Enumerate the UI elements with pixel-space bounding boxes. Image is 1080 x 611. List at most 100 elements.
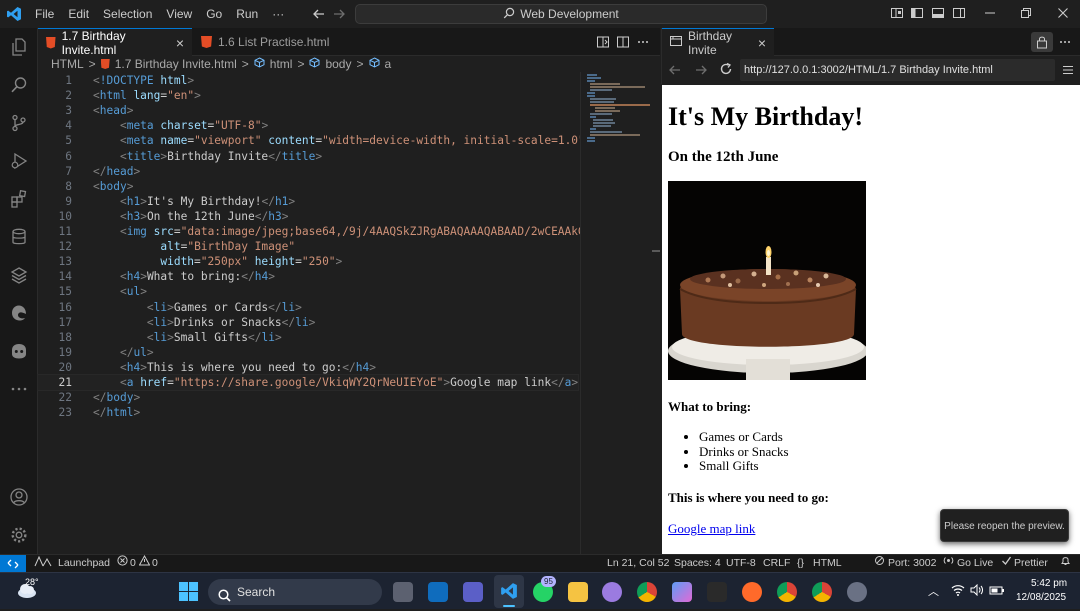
language-mode[interactable]: HTML <box>813 555 842 572</box>
split-editor-icon[interactable] <box>616 35 630 52</box>
chrome-profile-icon[interactable] <box>777 582 797 602</box>
explorer-icon[interactable] <box>7 35 31 59</box>
preview-scrollbar[interactable] <box>1070 85 1080 554</box>
tab-preview[interactable]: Birthday Invite × <box>662 28 774 57</box>
code-line[interactable]: 1 <!DOCTYPE html> <box>38 73 578 88</box>
breadcrumb-item[interactable]: body <box>325 57 351 71</box>
run-debug-icon[interactable] <box>7 149 31 173</box>
port-label[interactable]: Port: 3002 <box>888 555 936 572</box>
wifi-icon[interactable] <box>951 584 965 599</box>
source-control-icon[interactable] <box>7 111 31 135</box>
settings-gear-icon[interactable] <box>7 523 31 547</box>
cursor-position[interactable]: Ln 21, Col 52 <box>607 555 669 572</box>
menu-item[interactable]: ··· <box>265 0 291 28</box>
go-live-button[interactable]: Go Live <box>957 555 993 572</box>
copilot-icon[interactable] <box>7 339 31 363</box>
code-line[interactable]: 9 <h1>It's My Birthday!</h1> <box>38 194 578 209</box>
encoding[interactable]: UTF-8 <box>726 555 756 572</box>
launchpad-label[interactable]: Launchpad <box>58 555 110 572</box>
back-arrow-icon[interactable] <box>312 7 328 23</box>
extensions-icon[interactable] <box>7 187 31 211</box>
error-count[interactable]: 0 <box>130 555 136 572</box>
code-line[interactable]: 16 <li>Games or Cards</li> <box>38 300 578 315</box>
code-line[interactable]: 14 <h4>What to bring:</h4> <box>38 269 578 284</box>
task-view-icon[interactable] <box>393 582 413 602</box>
chevron-up-icon[interactable]: ︿ <box>928 583 939 599</box>
restore-icon[interactable] <box>1019 6 1035 22</box>
tab-birthday-invite[interactable]: 1.7 Birthday Invite.html × <box>38 28 192 57</box>
remote-indicator[interactable] <box>0 555 26 573</box>
forward-arrow-icon[interactable] <box>694 63 708 80</box>
url-input[interactable]: http://127.0.0.1:3002/HTML/1.7 Birthday … <box>740 59 1055 81</box>
code-line[interactable]: 2 <html lang="en"> <box>38 88 578 103</box>
code-line[interactable]: 5 <meta name="viewport" content="width=d… <box>38 133 591 148</box>
code-line[interactable]: 20 <h4>This is where you need to go:</h4… <box>38 360 578 375</box>
open-preview-icon[interactable] <box>596 35 610 52</box>
search-sidebar-icon[interactable] <box>7 73 31 97</box>
teams-icon[interactable] <box>463 582 483 602</box>
customize-layout-icon[interactable] <box>890 6 906 22</box>
chrome-icon[interactable] <box>637 582 657 602</box>
menu-item[interactable]: Edit <box>61 0 96 28</box>
notifications-bell-icon[interactable] <box>1060 555 1071 572</box>
forward-arrow-icon[interactable] <box>332 7 348 23</box>
hamburger-menu-icon[interactable] <box>1062 64 1074 79</box>
code-line[interactable]: 21 <a href="https://share.google/VkiqWY2… <box>37 374 579 391</box>
code-line[interactable]: 4 <meta charset="UTF-8"> <box>38 118 578 133</box>
toggle-primary-sidebar-icon[interactable] <box>910 6 926 22</box>
layers-icon[interactable] <box>7 263 31 287</box>
menu-item[interactable]: Selection <box>96 0 159 28</box>
close-window-icon[interactable] <box>1056 6 1072 22</box>
tab-list-practise[interactable]: 1.6 List Practise.html <box>193 28 337 56</box>
menu-item[interactable]: Go <box>199 0 229 28</box>
code-line[interactable]: 13 width="250px" height="250"> <box>38 254 578 269</box>
code-line[interactable]: 22 </body> <box>38 390 578 405</box>
davinci-icon[interactable] <box>707 582 727 602</box>
code-line[interactable]: 18 <li>Small Gifts</li> <box>38 330 578 345</box>
taskbar-search[interactable]: Search <box>208 579 382 605</box>
editor-scrollbar[interactable] <box>652 72 660 554</box>
refresh-icon[interactable] <box>719 62 733 79</box>
code-line[interactable]: 17 <li>Drinks or Snacks</li> <box>38 315 578 330</box>
back-arrow-icon[interactable] <box>668 63 682 80</box>
outlook-icon[interactable] <box>428 582 448 602</box>
toggle-secondary-sidebar-icon[interactable] <box>952 6 968 22</box>
volume-icon[interactable] <box>970 583 984 599</box>
clock-date[interactable]: 12/08/2025 <box>1016 592 1066 603</box>
code-line[interactable]: 6 <title>Birthday Invite</title> <box>38 149 578 164</box>
more-icon[interactable] <box>7 377 31 401</box>
code-line[interactable]: 7 </head> <box>38 164 578 179</box>
breadcrumb-item[interactable]: a <box>385 57 392 71</box>
toggle-panel-icon[interactable] <box>931 6 947 22</box>
copilot-app-icon[interactable] <box>672 582 692 602</box>
breadcrumb-item[interactable]: html <box>270 57 293 71</box>
settings-app-icon[interactable] <box>847 582 867 602</box>
battery-icon[interactable] <box>989 584 1005 599</box>
warning-count[interactable]: 0 <box>152 555 158 572</box>
code-editor[interactable]: 1 <!DOCTYPE html> 2 <html lang="en"> 3 <head>… <box>37 72 632 554</box>
line-ending[interactable]: CRLF <box>763 555 790 572</box>
breadcrumb-item[interactable]: HTML <box>51 57 84 71</box>
notification-toast[interactable]: Please reopen the preview. <box>940 509 1069 542</box>
code-line[interactable]: 19 </ul> <box>38 345 578 360</box>
command-center[interactable]: Web Development <box>355 4 767 24</box>
clock-time[interactable]: 5:42 pm <box>1031 578 1067 589</box>
vscode-taskbar-button[interactable] <box>494 575 524 608</box>
windows-start-icon[interactable] <box>179 582 198 604</box>
menu-item[interactable]: File <box>28 0 61 28</box>
breadcrumb-item[interactable]: 1.7 Birthday Invite.html <box>115 57 237 71</box>
tab-close-icon[interactable]: × <box>176 35 184 51</box>
database-icon[interactable] <box>7 225 31 249</box>
minimap[interactable] <box>580 72 652 554</box>
edge-devtools-icon[interactable] <box>7 301 31 325</box>
code-line[interactable]: 23 </html> <box>38 405 578 420</box>
brave-icon[interactable] <box>742 582 762 602</box>
code-line[interactable]: 3 <head> <box>38 103 578 118</box>
code-line[interactable]: 12 alt="BirthDay Image" <box>38 239 578 254</box>
code-line[interactable]: 15 <ul> <box>38 284 578 299</box>
code-line[interactable]: 10 <h3>On the 12th June</h3> <box>38 209 578 224</box>
prettier-button[interactable]: Prettier <box>1014 555 1048 572</box>
chrome-profile-icon[interactable] <box>812 582 832 602</box>
menu-item[interactable]: Run <box>229 0 265 28</box>
menu-item[interactable]: View <box>159 0 199 28</box>
